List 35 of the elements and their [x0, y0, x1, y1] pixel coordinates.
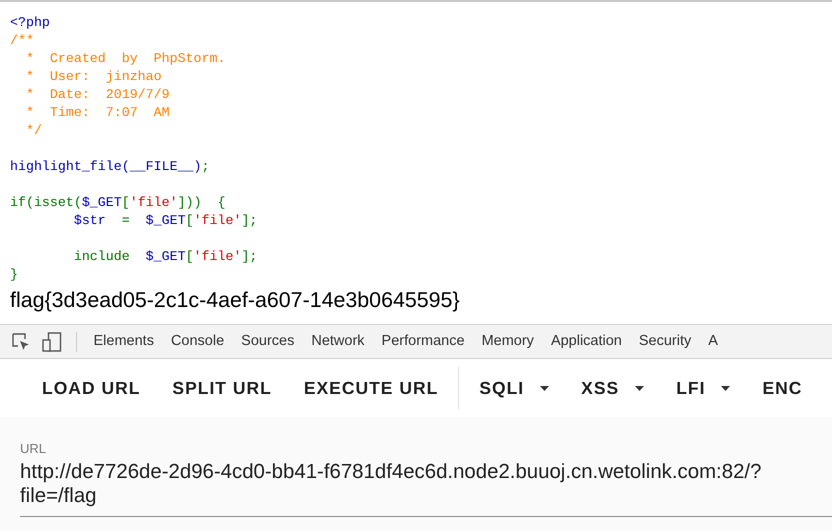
code-line: * User: jinzhao [24, 68, 162, 86]
caret-icon [540, 386, 550, 390]
devtools-tab[interactable]: Console [170, 325, 224, 358]
devtools-tab[interactable]: Application [550, 325, 622, 358]
toolbar-button[interactable]: LOAD URL [26, 370, 156, 406]
device-toggle-icon[interactable] [42, 332, 62, 352]
code-line: * Created by PhpStorm. [24, 50, 226, 68]
code-line: if(isset($_GET['file'])) { [10, 194, 226, 212]
code-line: /** [10, 32, 34, 50]
devtools-tab[interactable]: Memory [482, 325, 534, 358]
dropdown-button[interactable]: LFI [660, 370, 746, 406]
code-line: highlight_file(__FILE__); [10, 158, 210, 176]
code-line: <?php [10, 14, 50, 32]
code-line: } [10, 266, 18, 284]
toolbar-button[interactable]: SPLIT URL [156, 370, 288, 406]
devtools-tab[interactable]: Network [311, 325, 365, 358]
code-line: include $_GET['file']; [72, 248, 258, 266]
code-line: $str = $_GET['file']; [72, 212, 258, 230]
devtools-tab[interactable]: A [708, 325, 718, 358]
code-line: * Time: 7:07 AM [24, 104, 170, 122]
code-line: * Date: 2019/7/9 [24, 86, 170, 104]
caret-icon [721, 386, 730, 390]
dropdown-button[interactable]: XSS [565, 370, 660, 406]
caret-icon [635, 386, 644, 390]
devtools-tab[interactable]: Sources [241, 325, 294, 358]
flag-output-text: flag{3d3ead05-2c1c-4aef-a607-14e3b0645595} [10, 288, 460, 312]
code-line: */ [24, 122, 42, 140]
devtools-tab[interactable]: Elements [94, 325, 154, 358]
devtools-tab[interactable]: Security [638, 325, 692, 358]
inspect-cursor-icon[interactable] [12, 332, 30, 350]
dropdown-button[interactable]: SQLI [463, 370, 566, 406]
devtools-tab[interactable]: Performance [382, 325, 465, 358]
field-label: URL [20, 441, 48, 456]
toolbar-button[interactable]: ENC [746, 370, 818, 406]
toolbar-button[interactable]: EXECUTE URL [288, 370, 454, 406]
